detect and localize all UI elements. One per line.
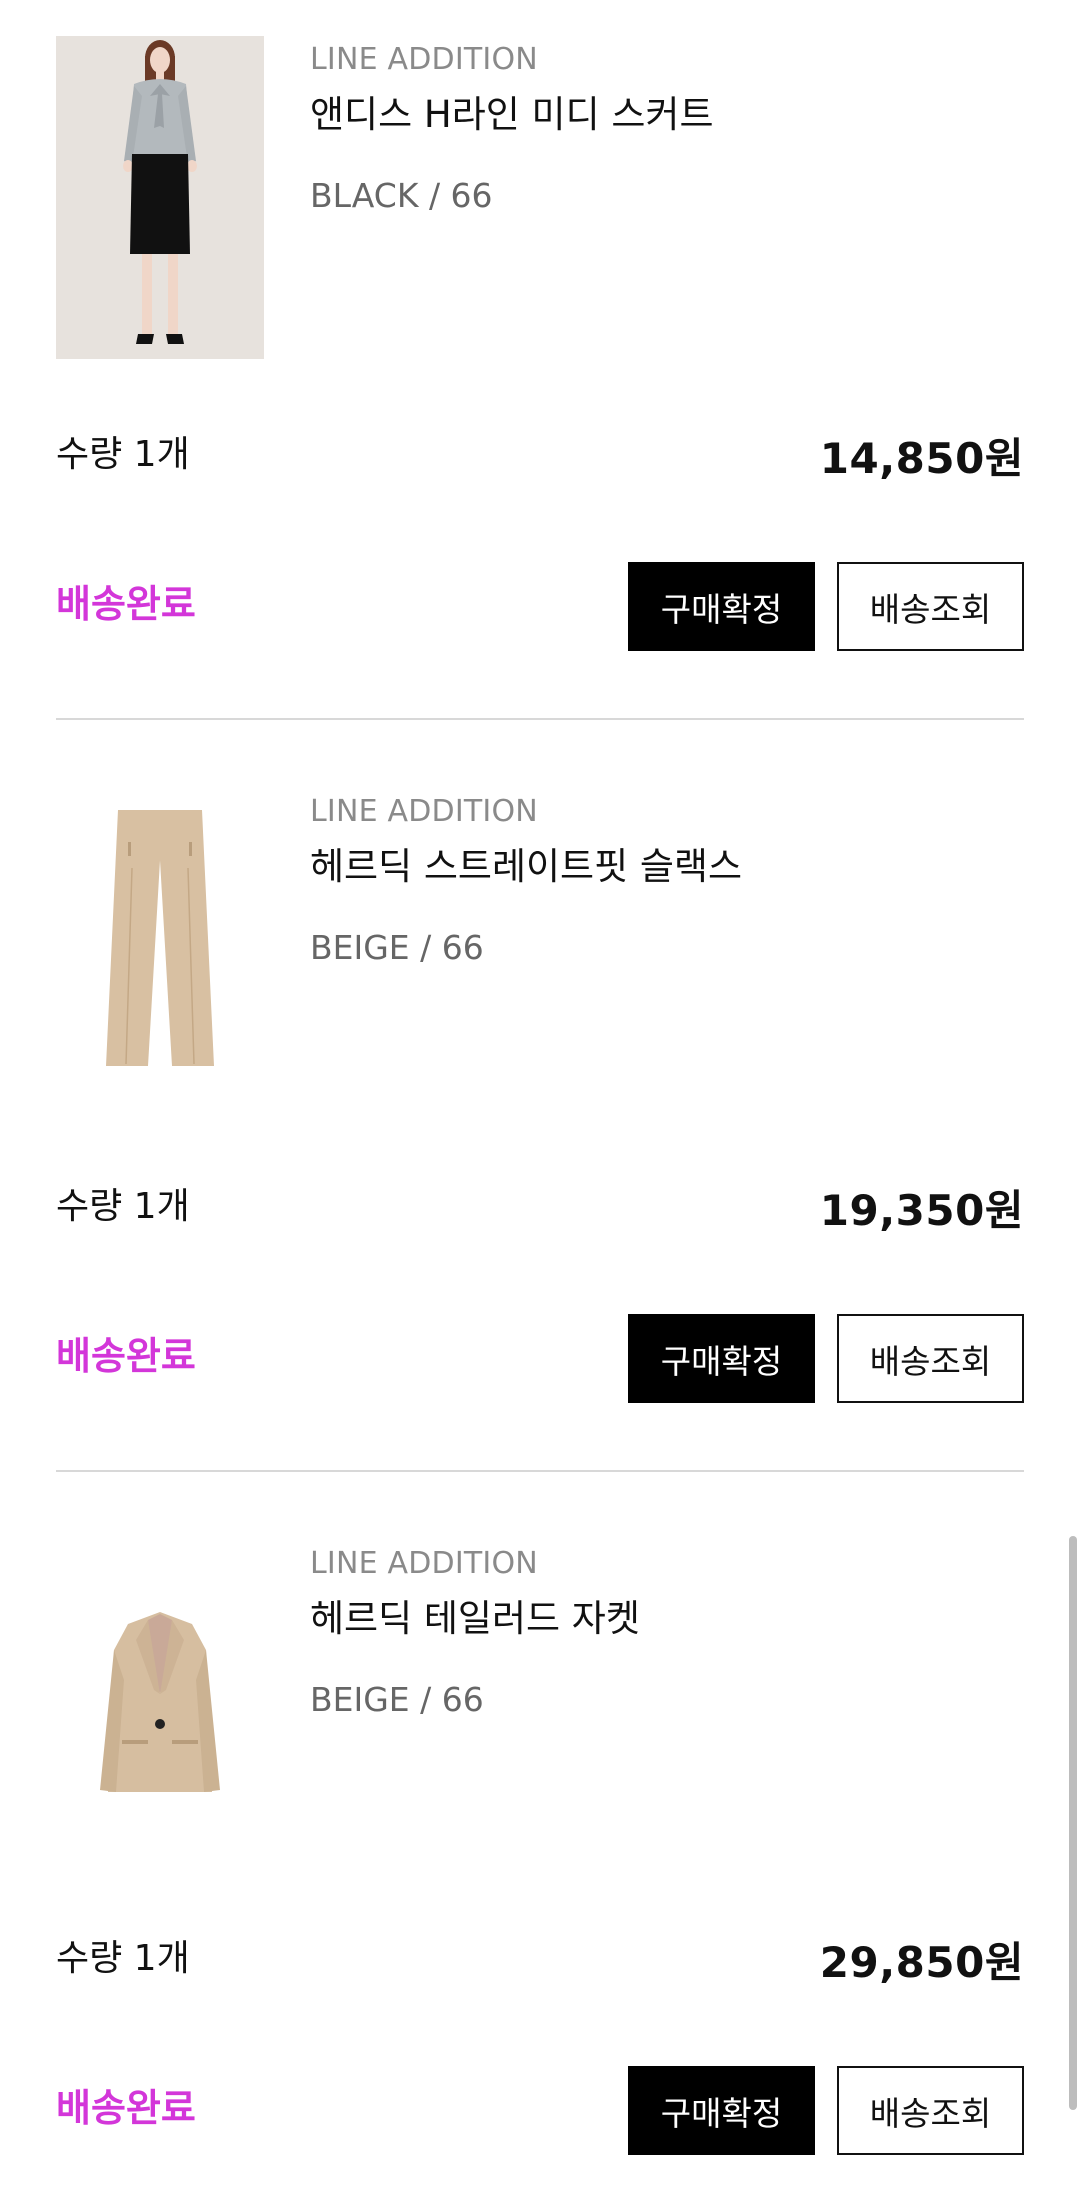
track-delivery-button[interactable]: 배송조회 [837, 2066, 1024, 2155]
product-image-skirt[interactable] [56, 36, 264, 359]
confirm-purchase-button[interactable]: 구매확정 [628, 562, 815, 651]
brand-name: LINE ADDITION [310, 1546, 538, 1581]
product-info: LINE ADDITION 헤르딕 스트레이트핏 슬랙스 BEIGE / 66 [310, 794, 1024, 968]
product-option: BEIGE / 66 [310, 1680, 484, 1719]
product-image-slacks[interactable] [56, 788, 264, 1111]
order-item: LINE ADDITION 헤르딕 테일러드 자켓 BEIGE / 66 수량 … [56, 1504, 1024, 2201]
beige-slacks-photo [56, 788, 264, 1111]
brand-name: LINE ADDITION [310, 42, 538, 77]
product-option: BEIGE / 66 [310, 928, 484, 967]
product-image-jacket[interactable] [56, 1540, 264, 1863]
order-item: LINE ADDITION 헤르딕 스트레이트핏 슬랙스 BEIGE / 66 … [56, 752, 1024, 1504]
delivery-status: 배송완료 [56, 2086, 196, 2130]
confirm-purchase-button[interactable]: 구매확정 [628, 1314, 815, 1403]
price-label: 29,850원 [819, 1938, 1024, 1987]
quantity-label: 수량 1개 [56, 1938, 190, 1979]
beige-jacket-photo [56, 1540, 264, 1863]
product-name[interactable]: 헤르딕 스트레이트핏 슬랙스 [310, 844, 1024, 890]
product-option: BLACK / 66 [310, 176, 493, 215]
quantity-label: 수량 1개 [56, 434, 190, 475]
divider [56, 718, 1024, 720]
product-name[interactable]: 헤르딕 테일러드 자켓 [310, 1596, 1024, 1642]
delivery-status: 배송완료 [56, 582, 196, 626]
product-name[interactable]: 앤디스 H라인 미디 스커트 [310, 92, 1024, 138]
product-info: LINE ADDITION 헤르딕 테일러드 자켓 BEIGE / 66 [310, 1546, 1024, 1720]
scrollbar[interactable] [1069, 1536, 1077, 2110]
brand-name: LINE ADDITION [310, 794, 538, 829]
order-item: LINE ADDITION 앤디스 H라인 미디 스커트 BLACK / 66 … [56, 0, 1024, 752]
price-label: 19,350원 [819, 1186, 1024, 1235]
price-label: 14,850원 [819, 434, 1024, 483]
track-delivery-button[interactable]: 배송조회 [837, 1314, 1024, 1403]
track-delivery-button[interactable]: 배송조회 [837, 562, 1024, 651]
product-info: LINE ADDITION 앤디스 H라인 미디 스커트 BLACK / 66 [310, 42, 1024, 216]
divider [56, 1470, 1024, 1472]
delivery-status: 배송완료 [56, 1334, 196, 1378]
quantity-label: 수량 1개 [56, 1186, 190, 1227]
confirm-purchase-button[interactable]: 구매확정 [628, 2066, 815, 2155]
model-skirt-photo [56, 36, 264, 359]
